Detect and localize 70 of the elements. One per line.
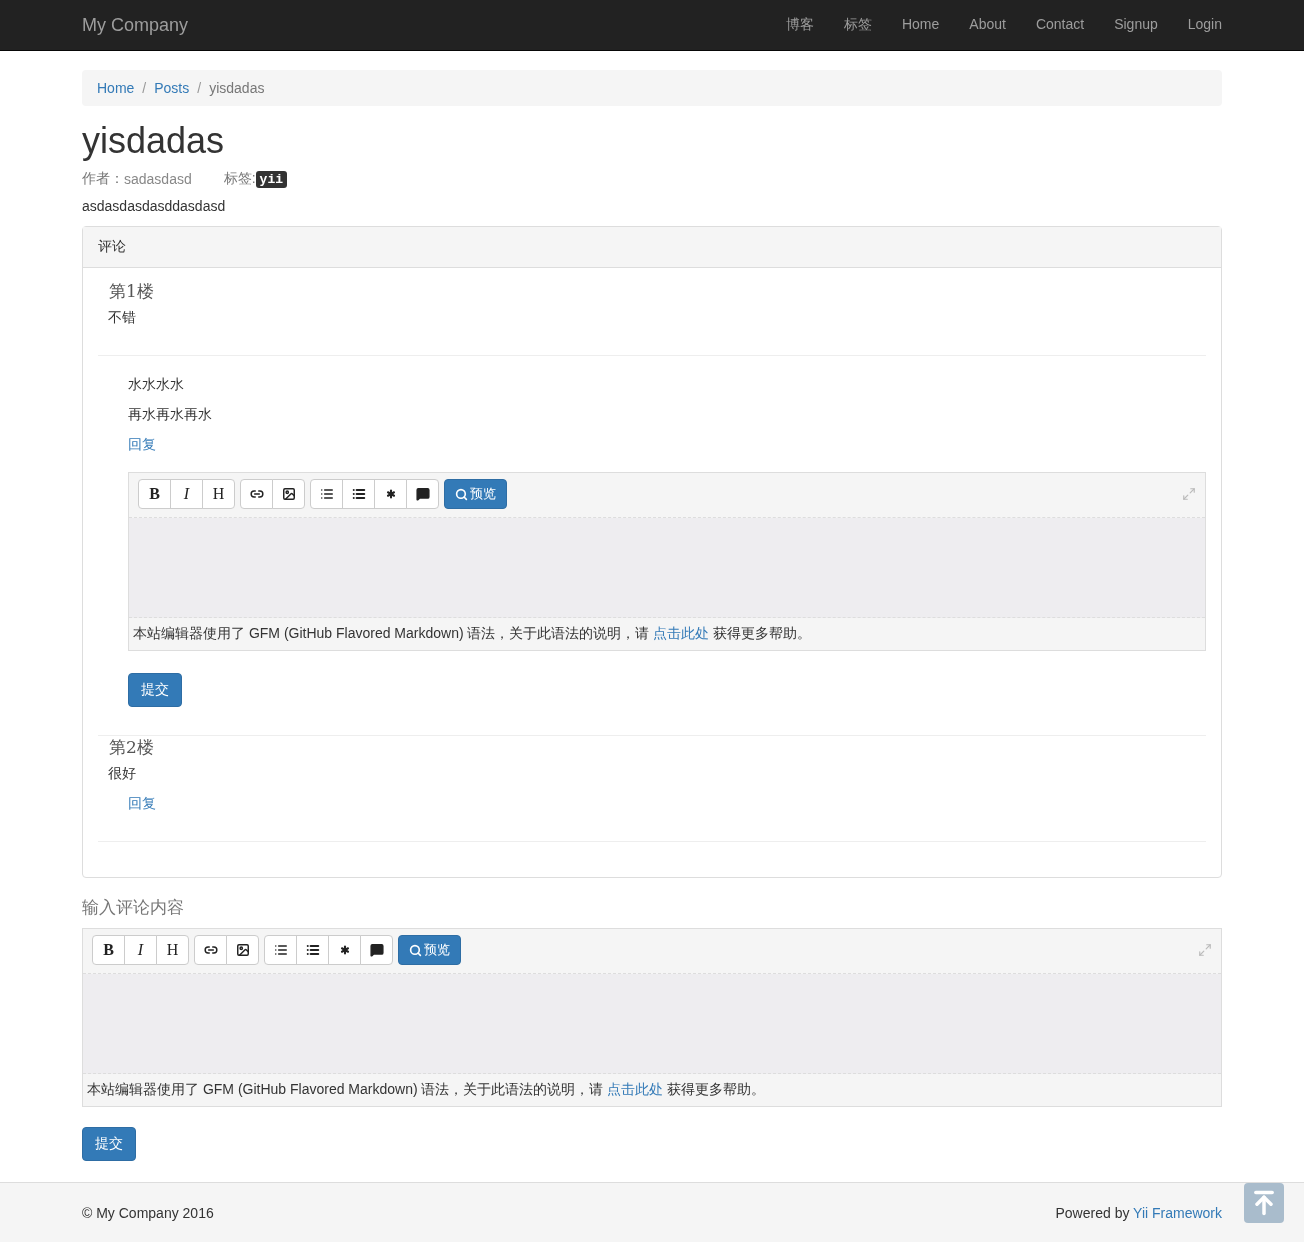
author-name: sadasdasd (124, 171, 192, 187)
nav-link[interactable]: Login (1187, 16, 1222, 34)
search-icon (455, 487, 468, 501)
speech-button[interactable] (360, 935, 393, 965)
floor-number: 第1楼 (108, 280, 155, 303)
list-bold-icon (351, 487, 366, 501)
breadcrumb-item[interactable]: yisdadas (209, 80, 265, 96)
breadcrumb-separator: / (142, 80, 147, 96)
tags-label: 标签: (223, 170, 256, 188)
post-title: yisdadas (82, 120, 226, 162)
heading-button[interactable]: H (156, 935, 189, 965)
list-bold-button[interactable] (296, 935, 329, 965)
italic-button[interactable]: I (170, 479, 203, 509)
image-icon (281, 487, 296, 501)
link-icon (249, 487, 264, 501)
list-icon (319, 487, 334, 501)
image-button[interactable] (226, 935, 259, 965)
link-button[interactable] (194, 935, 227, 965)
nav-link[interactable]: Contact (1035, 16, 1085, 34)
breadcrumb-separator: / (197, 80, 202, 96)
floor-number: 第2楼 (108, 736, 155, 759)
comment-text: 不错 (107, 309, 137, 327)
image-button[interactable] (272, 479, 305, 509)
list-icon (273, 943, 288, 957)
link-button[interactable] (240, 479, 273, 509)
submit-button[interactable]: 提交 (128, 673, 182, 707)
powered-by-text: Powered by Yii Framework (1055, 1205, 1222, 1221)
help-link[interactable]: 点击此处 (607, 1081, 664, 1097)
tag[interactable]: yii (255, 170, 287, 188)
preview-button[interactable]: 预览 (398, 935, 461, 965)
heading-button[interactable]: H (202, 479, 235, 509)
link-icon (203, 943, 218, 957)
speech-icon (415, 487, 430, 501)
editor-help-text: 本站编辑器使用了 GFM (GitHub Flavored Markdown) 语法，关于此语法的说明，请 点击此处 获得更多帮助。 (86, 1080, 767, 1099)
breadcrumb-item[interactable]: Posts (154, 80, 190, 96)
brand-link[interactable]: My Company (82, 14, 189, 36)
comment-text: 很好 (107, 765, 137, 783)
reply-text: 水水水水 (128, 376, 185, 394)
image-icon (235, 943, 250, 957)
nav-link[interactable]: About (969, 16, 1006, 34)
nav-link[interactable]: Signup (1114, 16, 1158, 34)
list-button[interactable] (310, 479, 343, 509)
author-label: 作者： (82, 170, 124, 188)
new-comment-heading: 输入评论内容 (82, 896, 185, 919)
list-bold-button[interactable] (342, 479, 375, 509)
asterisk-button[interactable] (328, 935, 361, 965)
list-button[interactable] (264, 935, 297, 965)
bold-button[interactable]: B (92, 935, 125, 965)
copyright-text: © My Company 2016 (82, 1205, 214, 1221)
editor-help-text: 本站编辑器使用了 GFM (GitHub Flavored Markdown) 语法，关于此语法的说明，请 点击此处 获得更多帮助。 (132, 624, 813, 643)
post-body: asdasdasdasddasdasd (82, 198, 227, 214)
speech-icon (369, 943, 384, 957)
submit-button[interactable]: 提交 (82, 1127, 136, 1161)
reply-text: 再水再水再水 (128, 406, 213, 424)
speech-button[interactable] (406, 479, 439, 509)
framework-link[interactable]: Yii Framework (1133, 1205, 1222, 1221)
preview-button[interactable]: 预览 (444, 479, 507, 509)
asterisk-button[interactable] (374, 479, 407, 509)
list-bold-icon (305, 943, 320, 957)
nav-link[interactable]: Home (901, 16, 940, 34)
nav-link[interactable]: 博客 (785, 16, 814, 34)
search-icon (409, 943, 422, 957)
panel-heading: 评论 (83, 227, 1221, 268)
bold-button[interactable]: B (138, 479, 171, 509)
reply-link[interactable]: 回复 (128, 436, 156, 454)
breadcrumb-item[interactable]: Home (97, 80, 135, 96)
help-link[interactable]: 点击此处 (653, 625, 710, 641)
italic-button[interactable]: I (124, 935, 157, 965)
nav-link[interactable]: 标签 (843, 16, 872, 34)
reply-link[interactable]: 回复 (128, 795, 156, 811)
